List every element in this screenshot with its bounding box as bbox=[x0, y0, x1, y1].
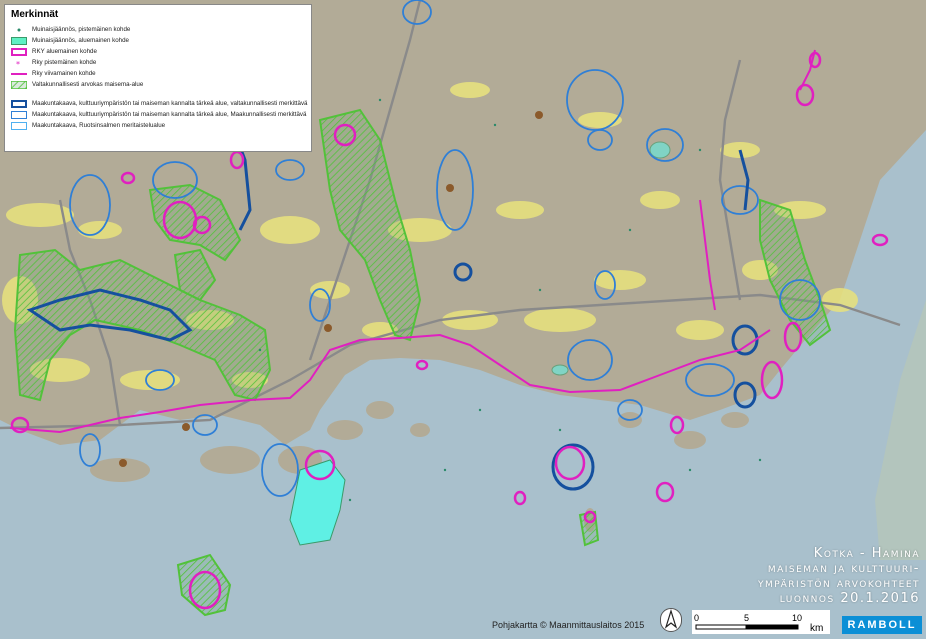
legend-label: Muinaisjäännös, pistemäinen kohde bbox=[32, 26, 131, 33]
green-hatch-icon bbox=[10, 79, 28, 90]
darkblue-outline-icon bbox=[11, 99, 27, 108]
title-line-2: maiseman ja kulttuuri- bbox=[767, 561, 920, 576]
magenta-area-icon bbox=[11, 47, 27, 56]
lightblue-outline-icon bbox=[11, 121, 27, 130]
scale-tick-10: 10 bbox=[792, 613, 802, 623]
legend-item-area: Muinaisjäännös, aluemainen kohde bbox=[11, 35, 305, 46]
legend-item-rky-area: RKY aluemainen kohde bbox=[11, 46, 305, 57]
legend-item-maakunta-national: Maakuntakaava, kulttuuriympäristön tai m… bbox=[11, 98, 308, 109]
legend-item-landscape: Valtakunnallisesti arvokas maisema-alue bbox=[10, 79, 305, 90]
legend-item-meritaistelu: Maakuntakaava, Ruotsinsalmen meritaistel… bbox=[11, 120, 305, 131]
legend-item-rky-line: Rky viivamainen kohde bbox=[11, 68, 305, 79]
map-title: Kotka - Hamina maiseman ja kulttuuri- ym… bbox=[758, 546, 920, 606]
north-arrow-icon bbox=[660, 608, 682, 632]
legend-label: Maakuntakaava, kulttuuriympäristön tai m… bbox=[32, 100, 308, 107]
ramboll-logo: RAMBOLL bbox=[842, 616, 922, 634]
title-line-4: luonnos 20.1.2016 bbox=[779, 591, 920, 606]
legend-item-maakunta-regional: Maakuntakaava, kulttuuriympäristön tai m… bbox=[11, 109, 307, 120]
legend-label: Valtakunnallisesti arvokas maisema-alue bbox=[32, 81, 144, 88]
basemap-credit: Pohjakartta © Maanmittauslaitos 2015 bbox=[492, 620, 645, 630]
scale-tick-5: 5 bbox=[744, 613, 749, 623]
svg-text:*: * bbox=[16, 60, 20, 67]
scale-unit: km bbox=[810, 623, 823, 634]
green-area-icon bbox=[11, 36, 27, 45]
magenta-star-icon: * bbox=[11, 59, 27, 69]
legend-item-point: Muinaisjäännös, pistemäinen kohde bbox=[11, 24, 305, 35]
scale-tick-0: 0 bbox=[694, 613, 699, 623]
legend-title: Merkinnät bbox=[11, 9, 59, 20]
blue-outline-icon bbox=[11, 110, 27, 119]
legend-label: Rky pistemäinen kohde bbox=[32, 59, 97, 66]
legend-label: Maakuntakaava, kulttuuriympäristön tai m… bbox=[32, 111, 307, 118]
title-line-3: ympäristön arvokohteet bbox=[758, 576, 920, 591]
legend-label: Rky viivamainen kohde bbox=[32, 70, 96, 77]
magenta-line-icon bbox=[11, 70, 27, 78]
legend-item-rky-point: * Rky pistemäinen kohde bbox=[11, 57, 305, 69]
legend-label: Muinaisjäännös, aluemainen kohde bbox=[32, 37, 130, 44]
legend-label: Maakuntakaava, Ruotsinsalmen meritaistel… bbox=[32, 122, 166, 129]
scale-bar: 0 5 10 km bbox=[692, 610, 830, 634]
title-line-1: Kotka - Hamina bbox=[813, 546, 920, 561]
point-symbol-icon bbox=[11, 26, 27, 34]
legend-label: RKY aluemainen kohde bbox=[32, 48, 97, 55]
map-legend: Merkinnät Muinaisjäännös, pistemäinen ko… bbox=[4, 4, 312, 152]
